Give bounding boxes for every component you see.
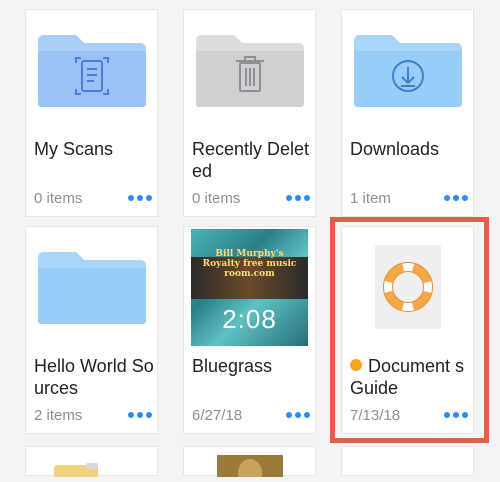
video-duration: 2:08: [222, 303, 277, 334]
file-item-partial[interactable]: [25, 446, 158, 479]
more-options-button[interactable]: [128, 195, 152, 201]
thumbnail: [184, 10, 315, 130]
file-item-my-scans[interactable]: My Scans 0 items: [25, 9, 158, 217]
file-name: Recently Deleted: [192, 139, 310, 181]
selection-highlight: [330, 217, 489, 443]
more-options-button[interactable]: [128, 412, 152, 418]
file-meta: 2 items: [34, 407, 83, 424]
thumbnail: Bill Murphy's Royalty free music room.co…: [184, 227, 315, 347]
download-folder-icon: [353, 35, 462, 107]
more-options-button[interactable]: [286, 412, 310, 418]
file-name: My Scans: [34, 139, 114, 159]
folder-icon: [37, 252, 146, 324]
file-item-partial[interactable]: [183, 446, 316, 482]
scan-folder-icon: [37, 35, 146, 107]
thumbnail: [342, 10, 473, 130]
thumbnail-text-line2: Royalty free music room.com: [202, 258, 297, 279]
trash-folder-icon: [195, 35, 304, 107]
file-grid: My Scans 0 items Recently Deleted 0 item…: [0, 0, 500, 482]
thumbnail: [26, 227, 157, 347]
more-options-button[interactable]: [444, 195, 468, 201]
video-thumbnail: Bill Murphy's Royalty free music room.co…: [191, 228, 308, 346]
file-name: Bluegrass: [192, 356, 273, 376]
file-item-recently-deleted[interactable]: Recently Deleted 0 items: [183, 9, 316, 217]
image-thumbnail: [217, 455, 283, 482]
more-options-button[interactable]: [286, 195, 310, 201]
file-name: Downloads: [350, 139, 440, 159]
file-meta: 1 item: [350, 190, 391, 207]
file-item-hello-world-sources[interactable]: Hello World Sources 2 items: [25, 226, 158, 434]
file-item-bluegrass[interactable]: Bill Murphy's Royalty free music room.co…: [183, 226, 316, 434]
file-meta: 0 items: [192, 190, 241, 207]
thumbnail-text-line1: Bill Murphy's: [215, 248, 284, 259]
file-item-partial[interactable]: [341, 446, 474, 476]
file-item-downloads[interactable]: Downloads 1 item: [341, 9, 474, 217]
thumbnail: [26, 10, 157, 130]
file-name: Hello World Sources: [34, 356, 154, 398]
file-meta: 0 items: [34, 190, 83, 207]
folder-icon: [54, 463, 98, 479]
file-date: 6/27/18: [192, 407, 243, 424]
